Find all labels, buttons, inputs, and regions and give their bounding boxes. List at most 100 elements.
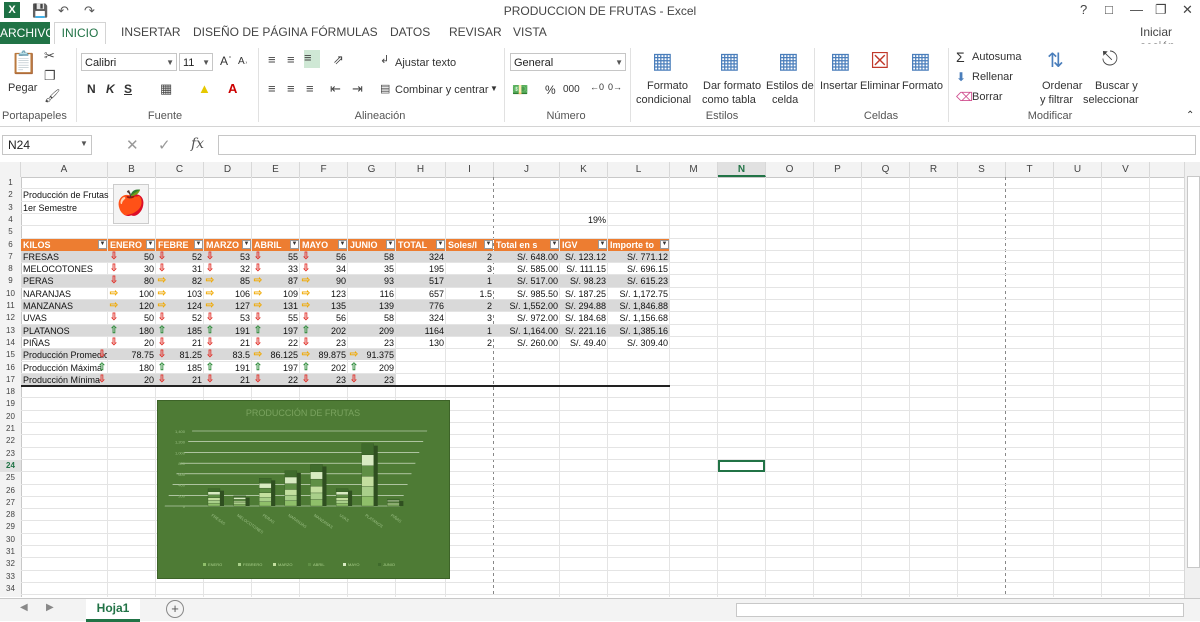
table-header[interactable]: Soles/l ▼: [446, 238, 493, 251]
month-value-cell[interactable]: 53: [217, 312, 250, 324]
sheet-title[interactable]: Producción de Frutas: [23, 189, 123, 201]
filter-dropdown-icon[interactable]: ▼: [484, 239, 493, 249]
month-value-cell[interactable]: 135: [313, 300, 346, 312]
column-header-p[interactable]: P: [814, 162, 862, 177]
month-value-cell[interactable]: 23: [350, 337, 394, 349]
month-value-cell[interactable]: 50: [121, 312, 154, 324]
align-left-icon[interactable]: ≡: [268, 81, 276, 96]
filter-dropdown-icon[interactable]: ▼: [194, 239, 203, 249]
column-header-n[interactable]: N: [718, 162, 766, 177]
total-cell[interactable]: 195: [398, 263, 444, 275]
ribbon-display-button[interactable]: □: [1105, 2, 1113, 17]
cancel-icon[interactable]: ✕: [126, 136, 139, 154]
month-value-cell[interactable]: 100: [121, 288, 154, 300]
importe-total-cell[interactable]: S/. 696.15: [610, 263, 668, 275]
format-button[interactable]: Formato: [902, 80, 943, 92]
stat-value-cell[interactable]: 20: [110, 374, 154, 386]
igv-cell[interactable]: S/. 187.25: [562, 288, 606, 300]
vertical-scrollbar[interactable]: [1184, 162, 1200, 598]
format-cells-icon[interactable]: ▦: [910, 48, 931, 74]
prev-sheet-icon[interactable]: ◀: [20, 602, 28, 613]
month-value-cell[interactable]: 53: [217, 251, 250, 263]
price-cell[interactable]: 1.5: [448, 288, 492, 300]
table-header[interactable]: JUNIO ▼: [348, 238, 395, 251]
row-header-11[interactable]: 11: [0, 300, 21, 312]
column-header-h[interactable]: H: [396, 162, 446, 177]
month-value-cell[interactable]: 116: [350, 288, 394, 300]
total-cell[interactable]: 324: [398, 251, 444, 263]
stat-value-cell[interactable]: 21: [206, 374, 250, 386]
column-header-m[interactable]: M: [670, 162, 718, 177]
total-soles-cell[interactable]: S/. 1,164.00: [496, 325, 558, 337]
shrink-font-icon[interactable]: A˒: [238, 56, 248, 67]
stat-value-cell[interactable]: 23: [350, 374, 394, 386]
month-value-cell[interactable]: 185: [169, 325, 202, 337]
stat-value-cell[interactable]: 91.375: [350, 349, 394, 361]
horizontal-scrollbar[interactable]: [736, 603, 1184, 617]
tab-archivo[interactable]: ARCHIVO: [0, 22, 55, 44]
igv-cell[interactable]: S/. 221.16: [562, 325, 606, 337]
stat-value-cell[interactable]: 191: [206, 362, 250, 374]
month-value-cell[interactable]: 56: [313, 312, 346, 324]
month-value-cell[interactable]: 82: [169, 275, 202, 287]
tab-datos[interactable]: DATOS: [390, 25, 430, 39]
grow-font-icon[interactable]: Aˈ: [220, 54, 232, 68]
stat-label-cell[interactable]: Producción Mínima: [23, 374, 107, 386]
table-header[interactable]: KILOS ▼: [21, 238, 107, 251]
percent-button[interactable]: %: [545, 83, 556, 97]
month-value-cell[interactable]: 120: [121, 300, 154, 312]
sort-filter-icon[interactable]: ⇅: [1047, 48, 1064, 73]
month-value-cell[interactable]: 106: [217, 288, 250, 300]
font-size-select[interactable]: 11 ▼: [179, 53, 213, 71]
month-value-cell[interactable]: 180: [121, 325, 154, 337]
month-value-cell[interactable]: 31: [169, 263, 202, 275]
month-value-cell[interactable]: 139: [350, 300, 394, 312]
conditional-format-label-1[interactable]: Formato: [647, 80, 688, 92]
sheet-subtitle[interactable]: 1er Semestre: [23, 202, 123, 214]
font-color-icon[interactable]: A: [228, 81, 237, 96]
filter-dropdown-icon[interactable]: ▼: [146, 239, 155, 249]
tab-inicio[interactable]: INICIO: [54, 22, 106, 46]
month-value-cell[interactable]: 109: [265, 288, 298, 300]
row-header-6[interactable]: 6: [0, 239, 21, 251]
row-header-18[interactable]: 18: [0, 386, 21, 398]
filter-dropdown-icon[interactable]: ▼: [338, 239, 347, 249]
row-header-31[interactable]: 31: [0, 546, 21, 558]
chevron-down-icon[interactable]: ▼: [80, 139, 88, 148]
month-value-cell[interactable]: 85: [217, 275, 250, 287]
scroll-thumb[interactable]: [1187, 176, 1200, 568]
tab-revisar[interactable]: REVISAR: [449, 25, 502, 39]
underline-button[interactable]: S: [124, 82, 132, 96]
table-header[interactable]: ABRIL ▼: [252, 238, 299, 251]
filter-dropdown-icon[interactable]: ▼: [660, 239, 669, 249]
month-value-cell[interactable]: 22: [265, 337, 298, 349]
month-value-cell[interactable]: 80: [121, 275, 154, 287]
currency-icon[interactable]: 💵: [512, 82, 528, 98]
total-cell[interactable]: 130: [398, 337, 444, 349]
wrap-text-button[interactable]: Ajustar texto: [395, 57, 456, 69]
table-format-icon[interactable]: ▦: [719, 48, 740, 74]
fruit-name-cell[interactable]: NARANJAS: [23, 288, 106, 300]
column-header-l[interactable]: L: [608, 162, 670, 177]
month-value-cell[interactable]: 90: [313, 275, 346, 287]
copy-icon[interactable]: ❐: [44, 68, 56, 84]
column-header-k[interactable]: K: [560, 162, 608, 177]
thousands-button[interactable]: 000: [563, 84, 580, 95]
total-cell[interactable]: 657: [398, 288, 444, 300]
month-value-cell[interactable]: 87: [265, 275, 298, 287]
row-header-29[interactable]: 29: [0, 521, 21, 533]
price-cell[interactable]: 2: [448, 251, 492, 263]
month-value-cell[interactable]: 33: [265, 263, 298, 275]
month-value-cell[interactable]: 55: [265, 251, 298, 263]
filter-dropdown-icon[interactable]: ▼: [242, 239, 251, 249]
filter-dropdown-icon[interactable]: ▼: [98, 239, 107, 249]
cut-icon[interactable]: ✂: [44, 48, 55, 64]
importe-total-cell[interactable]: S/. 1,846.88: [610, 300, 668, 312]
row-header-24[interactable]: 24: [0, 459, 21, 472]
igv-cell[interactable]: S/. 184.68: [562, 312, 606, 324]
importe-total-cell[interactable]: S/. 1,156.68: [610, 312, 668, 324]
row-header-7[interactable]: 7: [0, 251, 21, 263]
total-cell[interactable]: 324: [398, 312, 444, 324]
month-value-cell[interactable]: 21: [169, 337, 202, 349]
filter-dropdown-icon[interactable]: ▼: [386, 239, 395, 249]
